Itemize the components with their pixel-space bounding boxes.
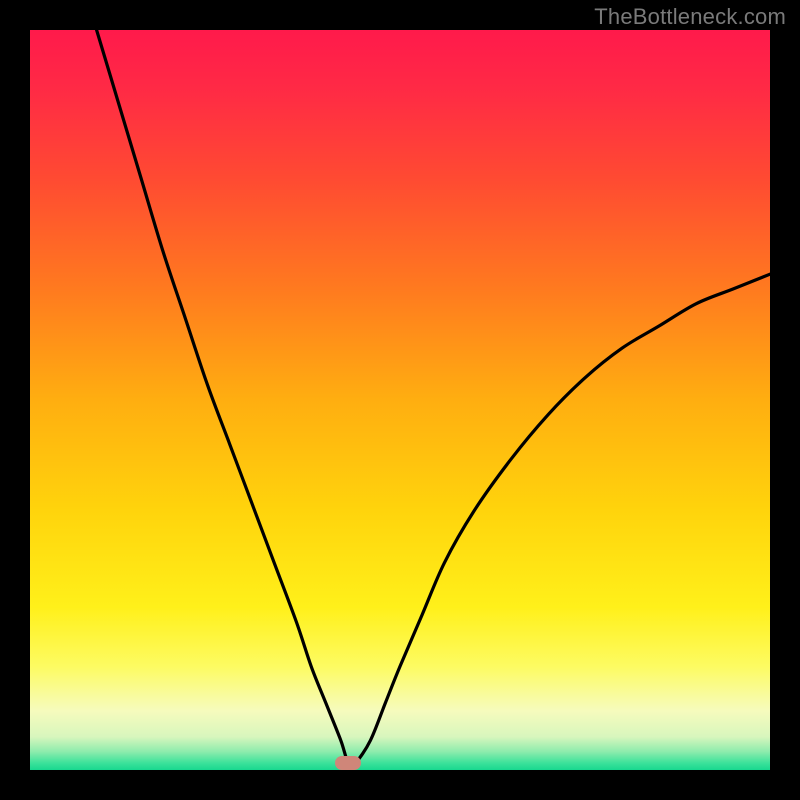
gradient-background xyxy=(30,30,770,770)
plot-area xyxy=(30,30,770,770)
optimum-marker xyxy=(335,756,361,770)
chart-frame: TheBottleneck.com xyxy=(0,0,800,800)
plot-svg xyxy=(30,30,770,770)
watermark-text: TheBottleneck.com xyxy=(594,4,786,30)
